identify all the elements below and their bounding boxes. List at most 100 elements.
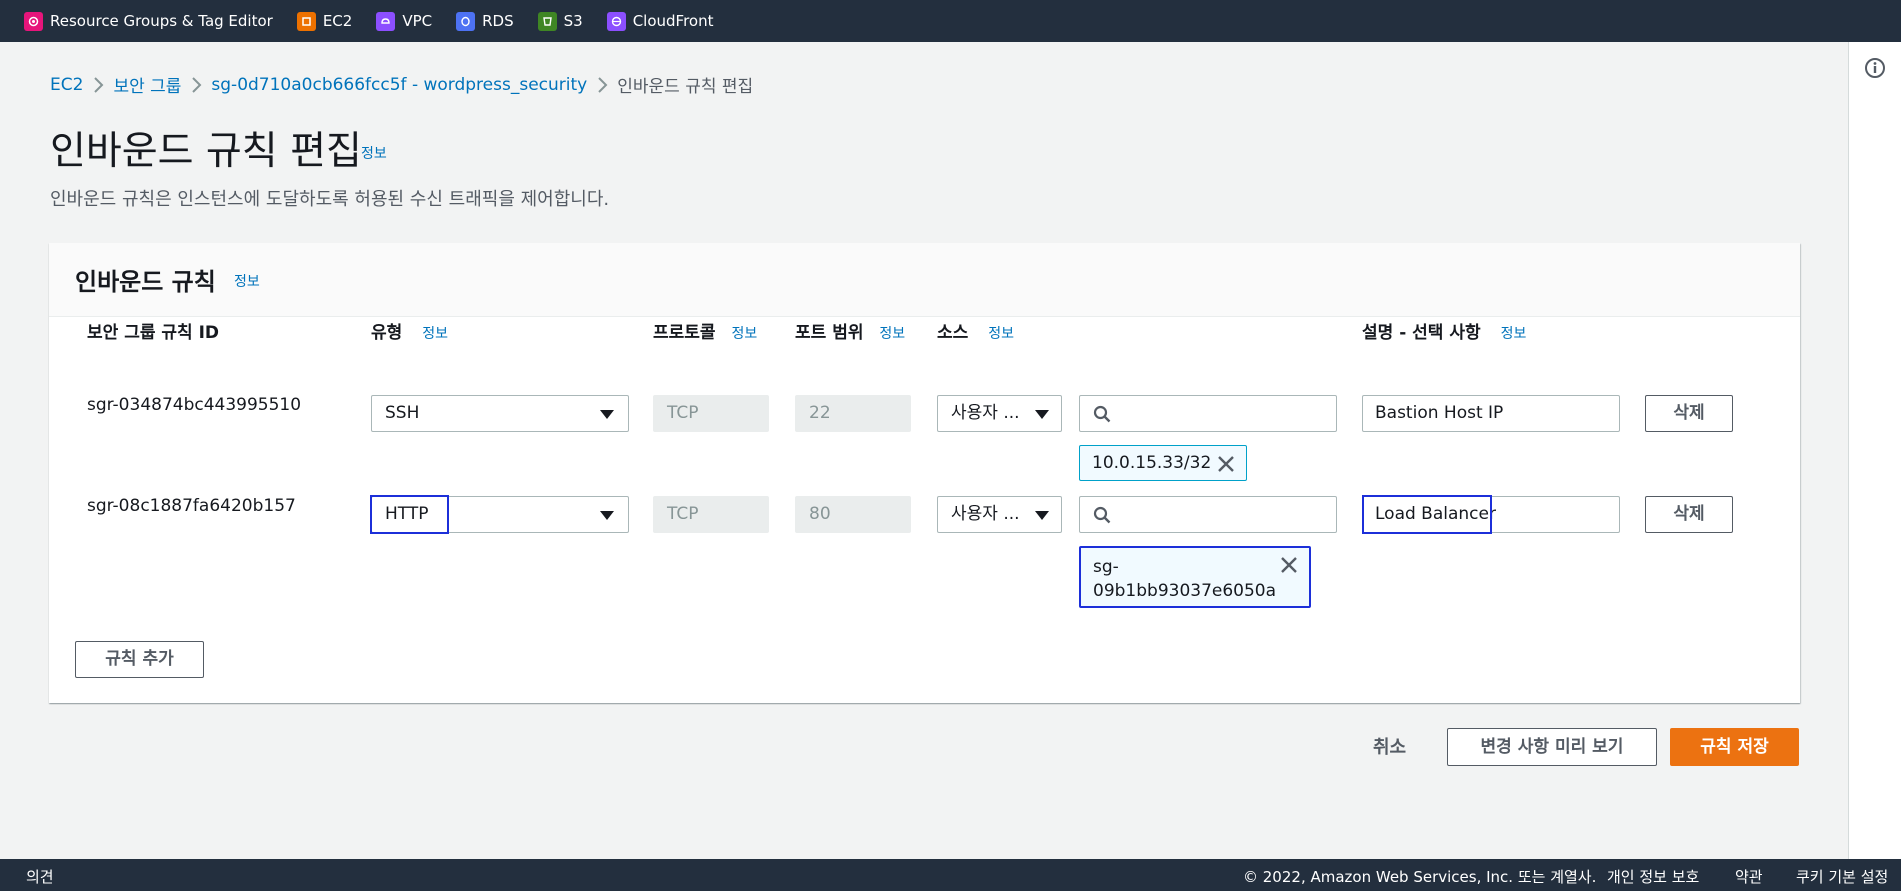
col-port-label: 포트 범위	[795, 323, 864, 343]
fav-label: CloudFront	[632, 12, 714, 30]
fav-label: RDS	[482, 12, 514, 30]
description-input[interactable]: Bastion Host IP	[1362, 395, 1620, 432]
fav-vpc[interactable]: VPC	[376, 11, 433, 31]
source-type-select[interactable]: 사용자 ...	[937, 395, 1062, 432]
port-field: 22	[795, 395, 911, 432]
col-port-info[interactable]: 정보	[879, 326, 905, 342]
source-token-line: sg-	[1093, 557, 1119, 577]
description-input[interactable]: Load Balancer	[1362, 496, 1620, 533]
description-value: Load Balancer	[1375, 504, 1496, 524]
save-rules-button[interactable]: 규칙 저장	[1670, 728, 1799, 766]
feedback-link[interactable]: 의견	[26, 866, 54, 887]
fav-label: EC2	[322, 12, 353, 30]
page-description: 인바운드 규칙은 인스턴스에 도달하도록 허용된 수신 트래픽을 제어합니다.	[50, 189, 610, 210]
rds-icon	[456, 11, 476, 31]
caret-down-icon	[600, 410, 614, 419]
utility-rail	[1848, 42, 1901, 859]
cloudfront-icon	[606, 11, 626, 31]
resource-groups-icon	[24, 11, 43, 31]
port-field: 80	[795, 496, 911, 533]
description-value: Bastion Host IP	[1375, 403, 1504, 423]
search-icon	[1093, 506, 1111, 524]
rule-id: sgr-034874bc443995510	[87, 395, 302, 415]
fav-resource-groups[interactable]: Resource Groups & Tag Editor	[24, 11, 273, 31]
type-value: HTTP	[385, 504, 429, 524]
add-rule-button[interactable]: 규칙 추가	[75, 641, 204, 678]
terms-link[interactable]: 약관	[1735, 866, 1763, 887]
protocol-field: TCP	[653, 496, 769, 533]
rule-id: sgr-08c1887fa6420b157	[87, 496, 296, 516]
fav-label: S3	[563, 12, 583, 30]
source-type-value: 사용자 ...	[951, 403, 1020, 423]
panel-title: 인바운드 규칙	[75, 268, 216, 296]
favorites-bar: Resource Groups & Tag Editor EC2 VPC RDS…	[0, 0, 1901, 42]
source-type-select[interactable]: 사용자 ...	[937, 496, 1062, 533]
col-source-info[interactable]: 정보	[988, 326, 1014, 342]
page-title: 인바운드 규칙 편집	[50, 129, 362, 174]
caret-down-icon	[1035, 410, 1049, 419]
breadcrumb-ec2[interactable]: EC2	[50, 75, 83, 95]
col-protocol-info[interactable]: 정보	[731, 326, 757, 342]
source-token: sg- 09b1bb93037e6050a	[1079, 546, 1311, 608]
chevron-right-icon	[587, 76, 617, 94]
search-icon	[1093, 405, 1111, 423]
chevron-right-icon	[181, 76, 211, 94]
fav-cloudfront[interactable]: CloudFront	[606, 11, 714, 31]
cancel-button[interactable]: 취소	[1373, 733, 1406, 759]
col-protocol: 프로토콜 정보	[653, 321, 763, 347]
source-token-line: 09b1bb93037e6050a	[1093, 581, 1277, 601]
s3-icon	[537, 11, 557, 31]
col-port: 포트 범위 정보	[795, 321, 907, 347]
fav-s3[interactable]: S3	[537, 11, 583, 31]
type-select[interactable]: SSH	[371, 395, 629, 432]
fav-ec2[interactable]: EC2	[296, 11, 353, 31]
preview-changes-button[interactable]: 변경 사항 미리 보기	[1447, 728, 1657, 766]
panel-header: 인바운드 규칙 정보	[49, 243, 1800, 317]
cookie-preferences-link[interactable]: 쿠키 기본 설정	[1796, 866, 1888, 887]
col-protocol-label: 프로토콜	[653, 323, 716, 343]
col-rule-id: 보안 그룹 규칙 ID	[87, 321, 219, 346]
delete-button[interactable]: 삭제	[1645, 496, 1733, 533]
caret-down-icon	[1035, 511, 1049, 520]
protocol-value: TCP	[667, 504, 699, 524]
fav-label: VPC	[402, 12, 433, 30]
source-token: 10.0.15.33/32	[1079, 445, 1247, 481]
col-type-info[interactable]: 정보	[422, 326, 448, 342]
protocol-value: TCP	[667, 403, 699, 423]
privacy-link[interactable]: 개인 정보 보호	[1607, 866, 1699, 887]
col-description-info[interactable]: 정보	[1501, 326, 1527, 342]
breadcrumb-security-group[interactable]: sg-0d710a0cb666fcc5f - wordpress_securit…	[211, 75, 587, 95]
info-icon[interactable]	[1863, 56, 1887, 80]
close-icon[interactable]	[1279, 555, 1299, 575]
delete-button[interactable]: 삭제	[1645, 395, 1733, 432]
copyright: © 2022, Amazon Web Services, Inc. 또는 계열사…	[1243, 868, 1597, 886]
source-search-input[interactable]	[1079, 395, 1337, 432]
col-description: 설명 - 선택 사항 정보	[1362, 321, 1526, 347]
port-value: 22	[809, 403, 831, 423]
breadcrumb-current: 인바운드 규칙 편집	[617, 77, 754, 97]
type-select[interactable]: HTTP	[371, 496, 629, 533]
source-type-value: 사용자 ...	[951, 504, 1020, 524]
protocol-field: TCP	[653, 395, 769, 432]
col-source-label: 소스	[937, 323, 969, 343]
fav-rds[interactable]: RDS	[456, 11, 514, 31]
breadcrumb: EC2 보안 그룹 sg-0d710a0cb666fcc5f - wordpre…	[50, 72, 754, 98]
close-icon[interactable]	[1216, 454, 1236, 474]
col-rule-id-label: 보안 그룹 규칙 ID	[87, 323, 220, 343]
breadcrumb-security-groups[interactable]: 보안 그룹	[113, 72, 181, 97]
footer: 의견 © 2022, Amazon Web Services, Inc. 또는 …	[0, 859, 1901, 891]
fav-label: Resource Groups & Tag Editor	[50, 12, 273, 30]
source-token-value: 10.0.15.33/32	[1092, 453, 1212, 473]
source-search-input[interactable]	[1079, 496, 1337, 533]
caret-down-icon	[600, 511, 614, 520]
col-type-label: 유형	[371, 323, 403, 343]
chevron-right-icon	[83, 76, 113, 94]
ec2-icon	[296, 11, 316, 31]
col-source: 소스 정보	[937, 321, 1014, 347]
inbound-rules-panel: 인바운드 규칙 정보 보안 그룹 규칙 ID 유형 정보 프로토콜 정보 포트 …	[49, 243, 1800, 703]
panel-info-link[interactable]: 정보	[234, 271, 260, 291]
page-info-link[interactable]: 정보	[361, 143, 387, 163]
col-type: 유형 정보	[371, 321, 448, 347]
col-description-label: 설명 - 선택 사항	[1362, 323, 1481, 343]
port-value: 80	[809, 504, 831, 524]
